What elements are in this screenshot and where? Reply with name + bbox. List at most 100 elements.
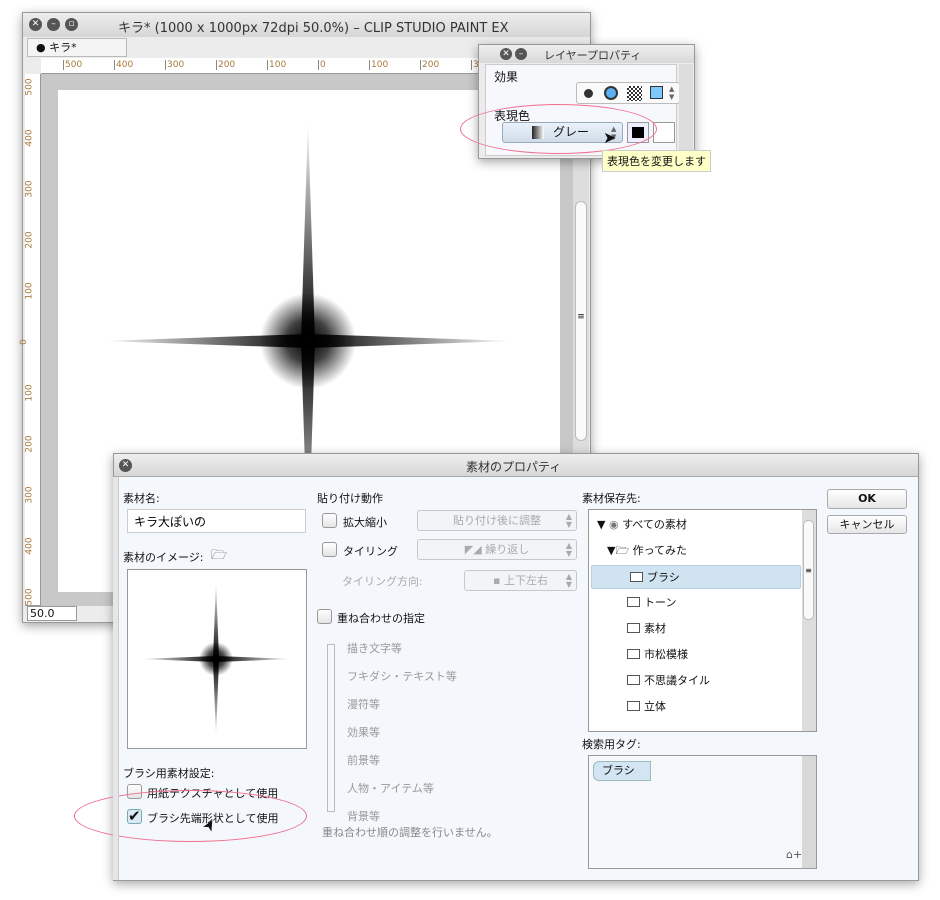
add-tag-icon[interactable]: ⌂+	[786, 848, 802, 861]
tiling-direction-value: 上下左右	[503, 574, 548, 587]
highlight-ellipse	[460, 104, 657, 154]
scroll-thumb[interactable]: ≡	[575, 201, 587, 441]
ruler-tick: 200	[24, 231, 35, 249]
ruler-tick: 500	[24, 588, 35, 606]
tree-item-label: 立体	[644, 700, 666, 713]
tree-item[interactable]: ブラシ	[591, 565, 801, 589]
tone-icon[interactable]	[627, 86, 642, 101]
overlay-item: 効果等	[347, 726, 380, 739]
tiling-direction-select[interactable]: ▪ 上下左右 ▲ ▼	[464, 570, 577, 591]
scroll-thumb[interactable]: ≡	[803, 520, 814, 620]
tree-item[interactable]: 不思議タイル	[589, 669, 801, 693]
panel-title: レイヤープロパティ	[544, 49, 642, 62]
cursor-icon: ➤	[603, 128, 617, 147]
search-tag-label: 検索用タグ:	[582, 738, 641, 751]
tree-item[interactable]: 市松模様	[589, 643, 801, 667]
overlay-checkbox[interactable]	[317, 609, 332, 624]
overlay-item: 漫符等	[347, 698, 380, 711]
tree-item-label: 素材	[644, 622, 666, 635]
material-name-input[interactable]	[127, 509, 306, 533]
folder-icon	[627, 701, 640, 711]
folder-icon	[627, 623, 640, 633]
tree-scrollbar[interactable]: ≡	[802, 510, 816, 731]
scale-checkbox[interactable]	[322, 513, 337, 528]
close-icon[interactable]: ✕	[29, 18, 42, 31]
ruler-tick: 500	[24, 78, 35, 96]
repeat-icon: ◤◢	[464, 543, 486, 556]
open-folder-icon[interactable]: 🗁	[211, 546, 227, 568]
close-icon[interactable]: ✕	[500, 48, 512, 60]
panel-title-bar: ✕ – レイヤープロパティ	[479, 45, 694, 63]
minimize-icon[interactable]: –	[47, 18, 60, 31]
document-tab[interactable]: ● キラ*	[27, 38, 127, 57]
overlay-item: 描き文字等	[347, 642, 402, 655]
stepper-icon: ▲ ▼	[565, 541, 572, 558]
save-location-label: 素材保存先:	[582, 492, 641, 505]
all-materials-icon: ◉	[608, 518, 619, 531]
dot-icon[interactable]	[584, 89, 593, 98]
tiling-label: タイリング	[343, 545, 398, 558]
ruler-tick: 200	[24, 435, 35, 453]
stepper-icon[interactable]: ▲ ▼	[669, 85, 674, 101]
maximize-icon[interactable]: ▫	[65, 18, 78, 31]
folder-icon	[630, 572, 643, 582]
vertical-ruler: 500 400 300 200 100 0 100 200 300 400 500	[19, 74, 41, 606]
tree-item[interactable]: 立体	[589, 695, 801, 719]
border-icon[interactable]	[604, 86, 618, 100]
ruler-tick: 0	[18, 339, 29, 345]
ruler-tick: 0	[318, 60, 326, 70]
material-property-dialog: ✕ 素材のプロパティ 素材名: 素材のイメージ: 🗁 ブラシ用素材設定: 用紙テ…	[74, 453, 919, 881]
window-title: キラ* (1000 x 1000px 72dpi 50.0%) – CLIP S…	[118, 21, 509, 36]
sparkle-thumbnail	[140, 580, 292, 738]
effect-label: 効果	[494, 70, 519, 84]
tag-chip[interactable]: ブラシ	[593, 761, 651, 781]
tree-item-label: すべての素材	[622, 518, 687, 531]
layer-color-icon[interactable]	[650, 86, 663, 99]
scale-select[interactable]: 貼り付け後に調整 ▲ ▼	[417, 510, 577, 531]
ruler-tick: 400	[24, 129, 35, 147]
ruler-tick: 100	[24, 282, 35, 300]
search-tag-box[interactable]: ブラシ ⌂+	[588, 755, 817, 869]
scale-value: 貼り付け後に調整	[453, 514, 541, 527]
ruler-tick: 100	[24, 384, 35, 402]
highlight-ellipse	[74, 790, 307, 842]
tree-item-label: ブラシ	[647, 571, 680, 584]
material-name-label: 素材名:	[123, 492, 160, 505]
stepper-icon: ▲ ▼	[565, 572, 572, 589]
dialog-title: 素材のプロパティ	[466, 460, 562, 474]
overlay-item: 人物・アイテム等	[347, 782, 434, 795]
tooltip: 表現色を変更します	[602, 150, 711, 172]
tree-item[interactable]: ▼🗁 作ってみた	[589, 539, 801, 563]
tiling-value: 繰り返し	[485, 543, 530, 556]
cancel-button[interactable]: キャンセル	[827, 515, 907, 534]
ruler-tick: 500	[63, 60, 83, 70]
ok-button[interactable]: OK	[827, 489, 907, 509]
tiling-select[interactable]: ◤◢ 繰り返し ▲ ▼	[417, 539, 577, 560]
zoom-field[interactable]: 50.0	[27, 606, 77, 621]
tree-item[interactable]: 素材	[589, 617, 801, 641]
panel-scrollbar[interactable]	[679, 64, 693, 156]
tree-item-label: 市松模様	[644, 648, 688, 661]
overlay-item: 前景等	[347, 754, 380, 767]
open-folder-icon: 🗁	[615, 544, 630, 557]
tree-item[interactable]: ▼ ◉ すべての素材	[589, 513, 801, 537]
tree-item-label: 不思議タイル	[644, 674, 710, 687]
ruler-tick: 200	[420, 60, 440, 70]
overlay-order-slider[interactable]	[327, 644, 335, 812]
tree-item-label: トーン	[644, 596, 677, 609]
tree-item-label: 作ってみた	[632, 544, 688, 557]
stepper-icon: ▲ ▼	[565, 512, 572, 529]
tab-label: キラ*	[49, 41, 77, 54]
ruler-tick: 400	[114, 60, 134, 70]
tiling-checkbox[interactable]	[322, 542, 337, 557]
overlay-note: 重ね合わせ順の調整を行いません。	[322, 826, 498, 839]
tree-item[interactable]: トーン	[589, 591, 801, 615]
expand-arrow-icon[interactable]: ▼	[597, 518, 605, 531]
ruler-tick: 400	[24, 537, 35, 555]
tag-scrollbar[interactable]	[802, 756, 816, 868]
brush-settings-label: ブラシ用素材設定:	[123, 767, 215, 780]
collapse-icon[interactable]: –	[515, 48, 527, 60]
close-icon[interactable]: ✕	[119, 459, 132, 472]
effect-buttons[interactable]: ▲ ▼	[576, 82, 680, 104]
save-location-tree[interactable]: ▼ ◉ すべての素材 ▼🗁 作ってみた ブラシ トーン 素材 市松模様 不思議タイル 立体 ≡	[588, 509, 817, 732]
